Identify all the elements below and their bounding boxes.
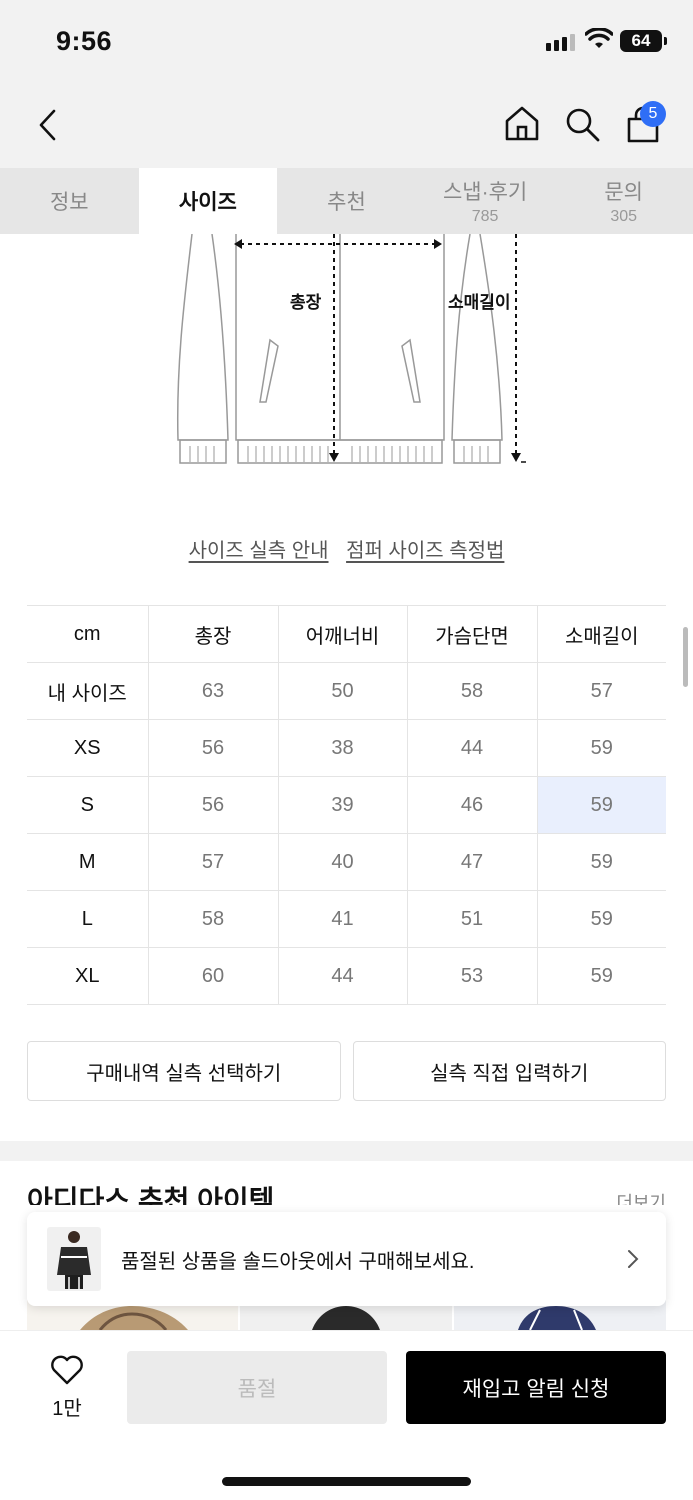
size-diagram: 총장 소매길이 xyxy=(0,233,693,474)
restock-notify-button[interactable]: 재입고 알림 신청 xyxy=(406,1351,666,1424)
tab-count: 785 xyxy=(471,208,499,225)
table-cell: 60 xyxy=(148,947,279,1005)
like-button[interactable]: 1만 xyxy=(40,1355,94,1421)
size-guide-links: 사이즈 실측 안내 점퍼 사이즈 측정법 xyxy=(0,534,693,563)
search-icon[interactable] xyxy=(564,106,602,144)
table-row: S 56 39 46 59 xyxy=(27,776,666,834)
tab-inquiry[interactable]: 문의 305 xyxy=(554,168,693,234)
row-label: XL xyxy=(27,947,149,1005)
table-row: XL 60 44 53 59 xyxy=(27,947,666,1005)
table-cell-highlight: 59 xyxy=(537,776,666,834)
row-label: L xyxy=(27,890,149,948)
cart-badge: 5 xyxy=(640,101,666,127)
table-cell: 57 xyxy=(148,833,279,891)
toast-message: 품절된 상품을 솔드아웃에서 구매해보세요. xyxy=(121,1250,475,1273)
tab-size[interactable]: 사이즈 xyxy=(138,168,278,234)
table-cell: 50 xyxy=(278,662,408,720)
tab-recommend[interactable]: 추천 xyxy=(277,168,416,234)
sleeve-label: 소매길이 xyxy=(448,293,511,312)
table-header: 소매길이 xyxy=(537,605,666,663)
table-cell: 44 xyxy=(407,719,538,777)
table-cell: 59 xyxy=(537,833,666,891)
table-cell: 57 xyxy=(537,662,666,720)
table-header: 어깨너비 xyxy=(278,605,408,663)
recommend-title: 아디다스 추천 아이템 xyxy=(27,1185,275,1205)
row-label: S xyxy=(27,776,149,834)
wifi-icon xyxy=(585,28,613,48)
table-cell: 58 xyxy=(148,890,279,948)
measure-buttons: 구매내역 실측 선택하기 실측 직접 입력하기 xyxy=(27,1041,666,1101)
table-cell: 46 xyxy=(407,776,538,834)
tab-snap-review[interactable]: 스냅·후기 785 xyxy=(416,168,555,234)
chevron-right-icon xyxy=(628,1250,639,1268)
header: 5 xyxy=(0,84,693,168)
soldout-button: 품절 xyxy=(127,1351,387,1424)
status-time: 9:56 xyxy=(56,26,113,56)
table-row: L 58 41 51 59 xyxy=(27,890,666,948)
table-cell: 38 xyxy=(278,719,408,777)
battery-icon: 64 xyxy=(620,30,662,52)
table-cell: 56 xyxy=(148,719,279,777)
row-label: M xyxy=(27,833,149,891)
soldout-toast[interactable]: 품절된 상품을 솔드아웃에서 구매해보세요. xyxy=(27,1212,666,1306)
tab-bar: 정보 사이즈 추천 스냅·후기 785 문의 305 xyxy=(0,168,693,234)
table-cell: 47 xyxy=(407,833,538,891)
scrollbar[interactable] xyxy=(683,627,688,687)
row-label: 내 사이즈 xyxy=(27,662,149,720)
table-header: cm xyxy=(27,605,149,663)
table-cell: 63 xyxy=(148,662,279,720)
table-header: 가슴단면 xyxy=(407,605,538,663)
table-cell: 59 xyxy=(537,719,666,777)
table-cell: 44 xyxy=(278,947,408,1005)
table-header-row: cm 총장 어깨너비 가슴단면 소매길이 xyxy=(27,605,666,663)
size-table: cm 총장 어깨너비 가슴단면 소매길이 내 사이즈 63 50 58 57 X… xyxy=(27,605,666,1005)
table-cell: 40 xyxy=(278,833,408,891)
home-indicator xyxy=(222,1477,471,1486)
home-icon[interactable] xyxy=(503,104,541,142)
table-cell: 53 xyxy=(407,947,538,1005)
tab-info[interactable]: 정보 xyxy=(0,168,139,234)
tab-count: 305 xyxy=(610,208,638,225)
length-label: 총장 xyxy=(290,293,322,312)
table-cell: 59 xyxy=(537,890,666,948)
toast-thumbnail xyxy=(47,1227,101,1291)
battery-tip xyxy=(664,37,667,45)
jumper-method-link[interactable]: 점퍼 사이즈 측정법 xyxy=(346,540,504,562)
table-cell: 51 xyxy=(407,890,538,948)
table-cell: 56 xyxy=(148,776,279,834)
table-cell: 59 xyxy=(537,947,666,1005)
table-header: 총장 xyxy=(148,605,279,663)
section-divider xyxy=(0,1141,693,1161)
bottom-action-bar: 1만 품절 재입고 알림 신청 xyxy=(0,1330,693,1500)
status-bar: 9:56 64 xyxy=(0,0,693,84)
select-history-button[interactable]: 구매내역 실측 선택하기 xyxy=(27,1041,341,1101)
table-cell: 41 xyxy=(278,890,408,948)
table-cell: 39 xyxy=(278,776,408,834)
table-row: 내 사이즈 63 50 58 57 xyxy=(27,662,666,720)
table-row: M 57 40 47 59 xyxy=(27,833,666,891)
row-label: XS xyxy=(27,719,149,777)
measure-guide-link[interactable]: 사이즈 실측 안내 xyxy=(189,540,329,562)
back-icon[interactable] xyxy=(36,108,60,142)
table-cell: 58 xyxy=(407,662,538,720)
heart-icon xyxy=(51,1355,83,1385)
signal-icon xyxy=(546,34,575,51)
table-row: XS 56 38 44 59 xyxy=(27,719,666,777)
like-count: 1만 xyxy=(52,1398,82,1420)
direct-input-button[interactable]: 실측 직접 입력하기 xyxy=(352,1041,666,1101)
jacket-illustration xyxy=(176,233,526,464)
recommend-more-link[interactable]: 더보기 xyxy=(616,1188,666,1205)
